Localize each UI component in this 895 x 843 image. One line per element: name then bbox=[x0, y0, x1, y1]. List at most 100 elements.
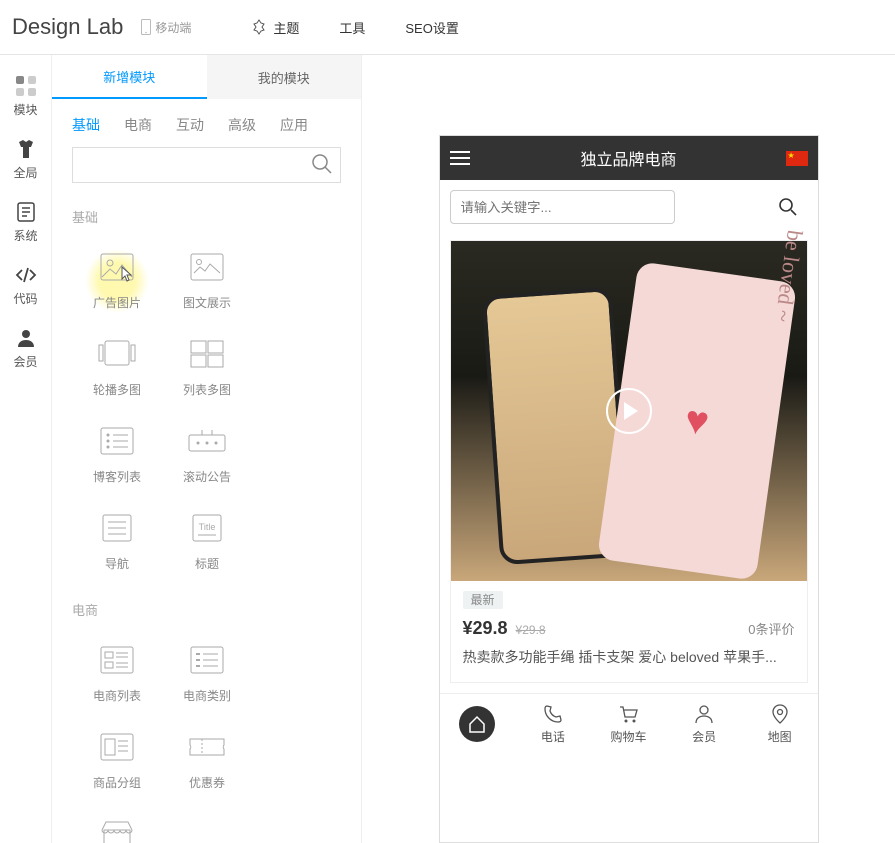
nav-theme[interactable]: 主题 bbox=[251, 18, 299, 37]
preview-header: 独立品牌电商 bbox=[440, 136, 818, 180]
theme-icon bbox=[251, 19, 267, 35]
play-button[interactable] bbox=[606, 388, 652, 434]
product-title: 热卖款多功能手绳 插卡支架 爱心 beloved 苹果手... bbox=[463, 647, 795, 668]
nav-member[interactable]: 会员 bbox=[666, 694, 742, 753]
product-price: ¥29.8 bbox=[463, 618, 508, 639]
subtab-ecom[interactable]: 电商 bbox=[124, 115, 152, 135]
group-icon bbox=[100, 733, 134, 761]
brand-title: Design Lab bbox=[12, 14, 123, 40]
nav-member-label: 会员 bbox=[692, 728, 716, 745]
nav-icon bbox=[102, 514, 132, 542]
module-carousel[interactable]: 轮播多图 bbox=[72, 327, 162, 414]
nav-map[interactable]: 地图 bbox=[742, 694, 818, 753]
module-coupon[interactable]: 优惠券 bbox=[162, 720, 252, 807]
preview-bottom-nav: 电话 购物车 会员 地图 bbox=[440, 693, 818, 753]
preview-search-input[interactable] bbox=[450, 190, 675, 224]
module-product-group[interactable]: 商品分组 bbox=[72, 720, 162, 807]
module-scroll-notice[interactable]: 滚动公告 bbox=[162, 414, 252, 501]
mobile-icon bbox=[141, 19, 151, 35]
section-basic: 基础 bbox=[72, 195, 341, 240]
hamburger-button[interactable] bbox=[450, 150, 472, 166]
module-ecom-category-label: 电商类别 bbox=[183, 687, 231, 704]
tab-add-module[interactable]: 新增模块 bbox=[52, 55, 207, 99]
module-list-image[interactable]: 列表多图 bbox=[162, 327, 252, 414]
module-ad-image[interactable]: 广告图片 bbox=[72, 240, 162, 327]
module-list-image-label: 列表多图 bbox=[183, 381, 231, 398]
preview-area: 独立品牌电商 ♥be loved ~ 最新 bbox=[362, 55, 895, 843]
mode-label: 移动端 bbox=[155, 19, 191, 36]
module-search-input[interactable] bbox=[72, 147, 341, 183]
module-ecom-list[interactable]: 电商列表 bbox=[72, 633, 162, 720]
left-rail: 模块 全局 系统 代码 会员 bbox=[0, 55, 52, 843]
shirt-icon bbox=[15, 138, 37, 160]
search-icon bbox=[311, 153, 333, 175]
module-ecom-list-label: 电商列表 bbox=[93, 687, 141, 704]
rail-system[interactable]: 系统 bbox=[0, 191, 52, 254]
nav-tools-label: 工具 bbox=[339, 18, 365, 37]
tab-my-module[interactable]: 我的模块 bbox=[207, 55, 362, 99]
subtab-advanced[interactable]: 高级 bbox=[228, 115, 256, 135]
phone-icon bbox=[542, 703, 564, 725]
phone-preview: 独立品牌电商 ♥be loved ~ 最新 bbox=[439, 135, 819, 843]
module-search-button[interactable] bbox=[311, 153, 333, 175]
top-bar: Design Lab 移动端 主题 工具 SEO设置 bbox=[0, 0, 895, 55]
module-image-text[interactable]: 图文展示 bbox=[162, 240, 252, 327]
person-icon bbox=[15, 327, 37, 349]
subtab-interactive[interactable]: 互动 bbox=[176, 115, 204, 135]
module-shop-activity[interactable]: 店铺活动 bbox=[72, 807, 162, 843]
nav-phone-label: 电话 bbox=[541, 728, 565, 745]
nav-seo-label: SEO设置 bbox=[405, 18, 458, 37]
nav-home[interactable] bbox=[440, 694, 516, 753]
rail-member-label: 会员 bbox=[13, 353, 37, 370]
member-icon bbox=[693, 703, 715, 725]
panel-body: 基础 广告图片 图文展示 轮播多图 列表多图 bbox=[52, 195, 361, 843]
search-icon bbox=[778, 197, 798, 217]
module-image-text-label: 图文展示 bbox=[183, 294, 231, 311]
product-card[interactable]: ♥be loved ~ 最新 ¥29.8 ¥29.8 0条评价 热卖款多功能手绳… bbox=[450, 240, 808, 683]
home-icon bbox=[467, 714, 487, 734]
code-icon bbox=[15, 264, 37, 286]
language-flag[interactable] bbox=[786, 151, 808, 166]
beloved-text: be loved ~ bbox=[769, 228, 808, 323]
document-icon bbox=[15, 201, 37, 223]
rail-member[interactable]: 会员 bbox=[0, 317, 52, 380]
product-reviews: 0条评价 bbox=[748, 619, 794, 638]
ecom-list-icon bbox=[100, 646, 134, 674]
rail-modules[interactable]: 模块 bbox=[0, 65, 52, 128]
nav-map-label: 地图 bbox=[768, 728, 792, 745]
top-nav: 主题 工具 SEO设置 bbox=[251, 18, 459, 37]
rail-global[interactable]: 全局 bbox=[0, 128, 52, 191]
rail-system-label: 系统 bbox=[13, 227, 37, 244]
mode-switch[interactable]: 移动端 bbox=[141, 19, 191, 36]
section-ecom: 电商 bbox=[72, 588, 341, 633]
product-badge: 最新 bbox=[463, 591, 503, 609]
nav-cart-label: 购物车 bbox=[610, 728, 646, 745]
module-scroll-notice-label: 滚动公告 bbox=[183, 468, 231, 485]
rail-code[interactable]: 代码 bbox=[0, 254, 52, 317]
subtab-app[interactable]: 应用 bbox=[280, 115, 308, 135]
coupon-icon bbox=[188, 735, 226, 759]
rail-code-label: 代码 bbox=[13, 290, 37, 307]
preview-search-button[interactable] bbox=[778, 197, 798, 217]
panel-tabs: 新增模块 我的模块 bbox=[52, 55, 361, 99]
grid-icon bbox=[15, 75, 37, 97]
list-image-icon bbox=[190, 340, 224, 368]
module-panel: 新增模块 我的模块 基础 电商 互动 高级 应用 基础 广告图片 bbox=[52, 55, 362, 843]
module-nav[interactable]: 导航 bbox=[72, 501, 162, 588]
nav-seo[interactable]: SEO设置 bbox=[405, 18, 458, 37]
map-icon bbox=[769, 703, 791, 725]
nav-cart[interactable]: 购物车 bbox=[591, 694, 667, 753]
module-coupon-label: 优惠券 bbox=[189, 774, 225, 791]
nav-phone[interactable]: 电话 bbox=[515, 694, 591, 753]
carousel-icon bbox=[98, 340, 136, 368]
title-icon: Title bbox=[192, 514, 222, 542]
subtab-basic[interactable]: 基础 bbox=[72, 115, 100, 135]
nav-tools[interactable]: 工具 bbox=[339, 18, 365, 37]
list-icon bbox=[100, 427, 134, 455]
module-product-group-label: 商品分组 bbox=[93, 774, 141, 791]
module-carousel-label: 轮播多图 bbox=[93, 381, 141, 398]
module-ecom-category[interactable]: 电商类别 bbox=[162, 633, 252, 720]
module-title[interactable]: Title 标题 bbox=[162, 501, 252, 588]
subtabs: 基础 电商 互动 高级 应用 bbox=[52, 99, 361, 147]
module-blog-list[interactable]: 博客列表 bbox=[72, 414, 162, 501]
